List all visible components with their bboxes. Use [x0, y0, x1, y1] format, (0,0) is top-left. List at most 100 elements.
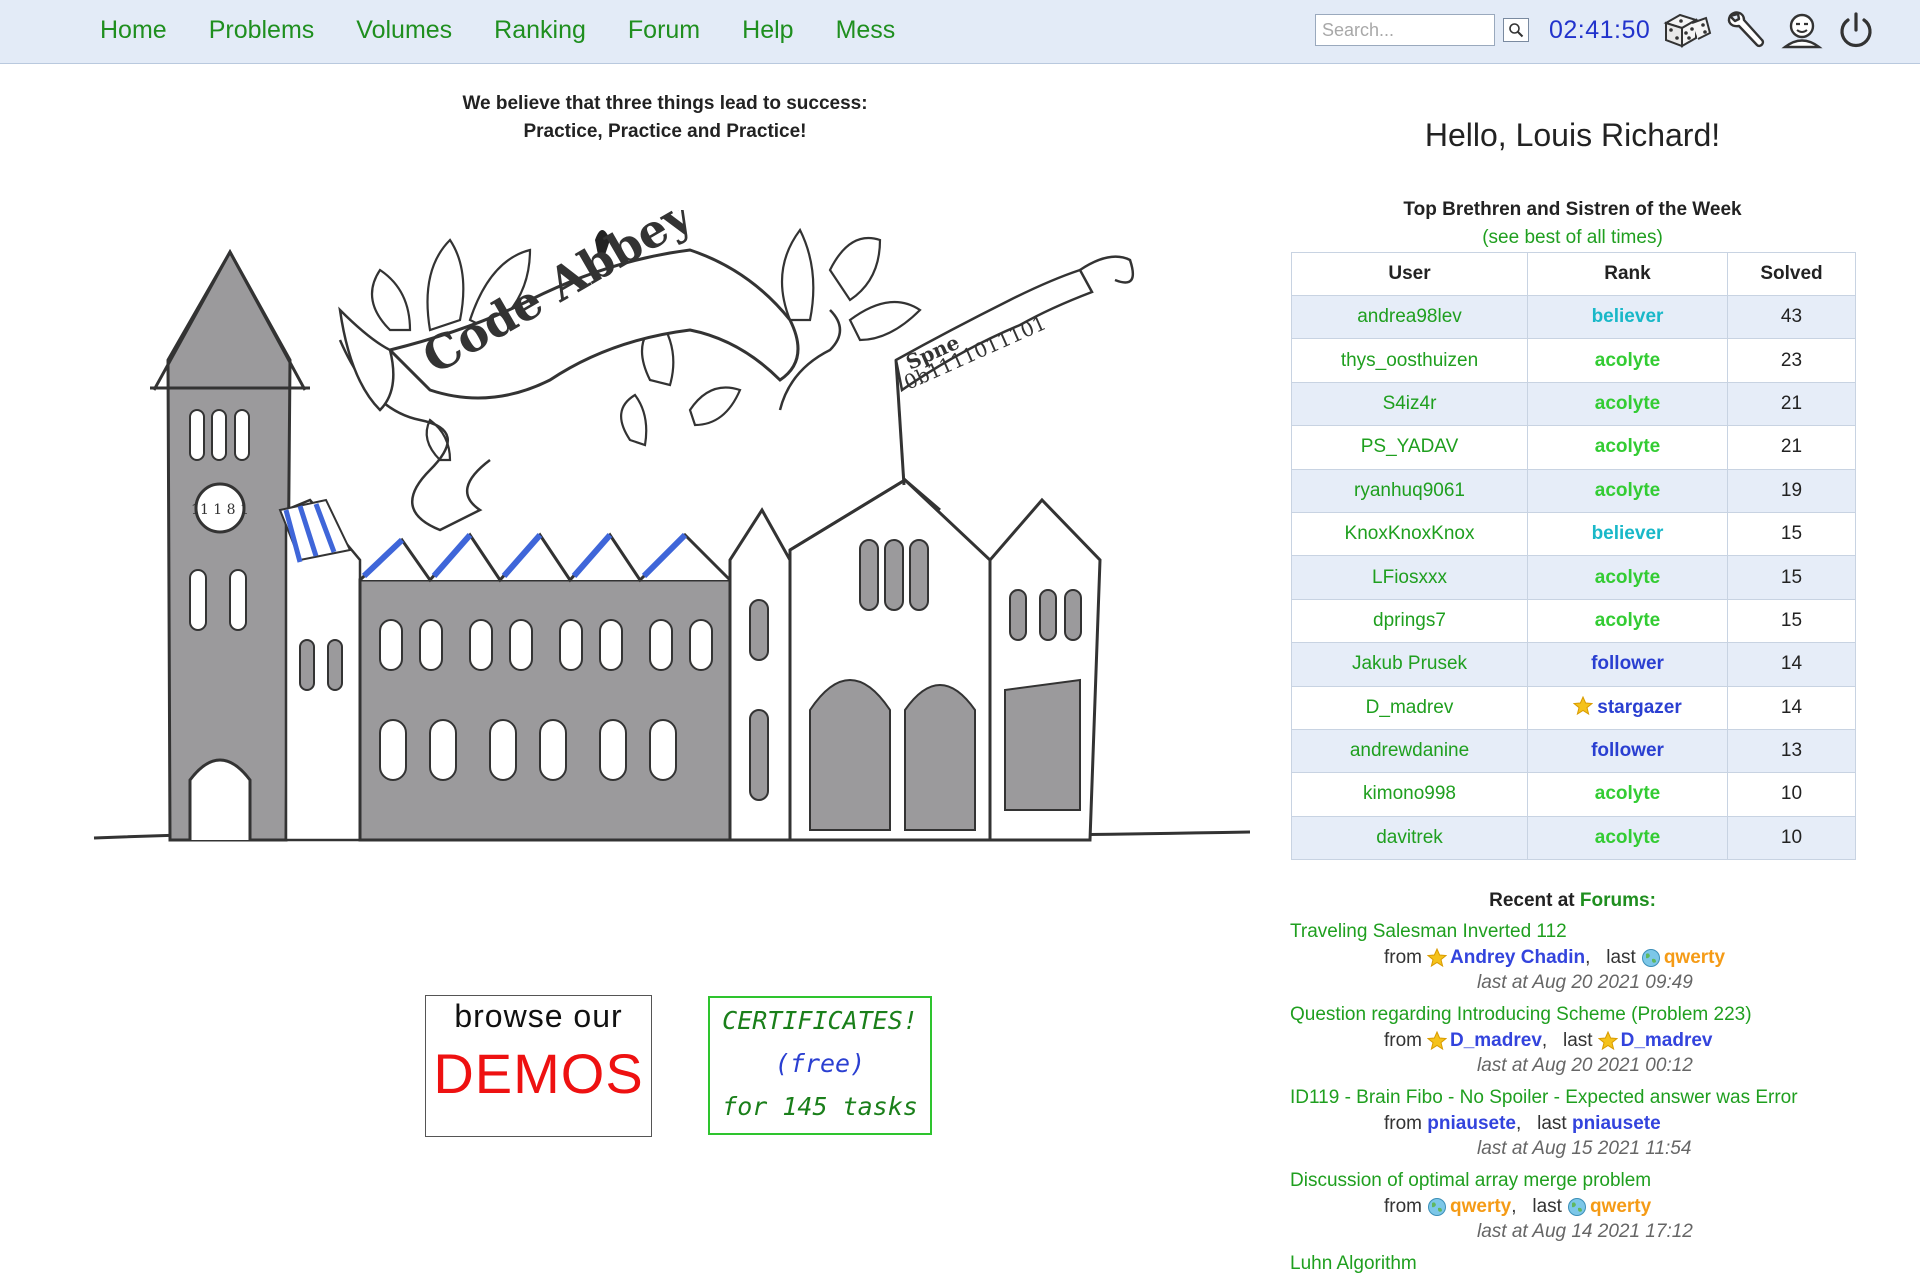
solved-cell: 13	[1727, 728, 1856, 774]
user-cell[interactable]: D_madrev	[1291, 685, 1528, 730]
user-cell[interactable]: dprings7	[1291, 598, 1528, 644]
certificates-line-2: (free)	[774, 1049, 866, 1078]
user-cell[interactable]: davitrek	[1291, 815, 1528, 861]
clock: 02:41:50	[1549, 15, 1651, 44]
rank-label: acolyte	[1594, 392, 1661, 414]
random-problem-button[interactable]	[1662, 11, 1712, 49]
forum-topic-time: last at Aug 15 2021 11:54	[1477, 1138, 1692, 1159]
user-cell[interactable]: kimono998	[1291, 772, 1528, 817]
user-cell[interactable]: Jakub Prusek	[1291, 642, 1528, 687]
forums-heading: Recent at Forums:	[1290, 890, 1855, 912]
solved-cell: 10	[1727, 772, 1856, 817]
nav-home[interactable]: Home	[100, 16, 167, 45]
user-cell[interactable]: S4iz4r	[1291, 381, 1528, 427]
motto-line-1: We believe that three things lead to suc…	[462, 93, 868, 114]
solved-cell: 14	[1727, 642, 1856, 687]
table-row: PS_YADAV acolyte 21	[1291, 425, 1856, 470]
forum-topic-title[interactable]: Question regarding Introducing Scheme (P…	[1290, 1003, 1910, 1027]
forum-topic: Traveling Salesman Inverted 112 from Andre…	[1290, 920, 1910, 995]
nav-help[interactable]: Help	[742, 16, 793, 45]
certificates-button[interactable]: CERTIFICATES! (free) for 145 tasks	[708, 996, 932, 1135]
user-cell[interactable]: PS_YADAV	[1291, 425, 1528, 470]
rank-label: acolyte	[1594, 609, 1661, 631]
user-cell[interactable]: LFiosxxx	[1291, 555, 1528, 600]
forum-user-link[interactable]: Andrey Chadin	[1450, 944, 1585, 971]
forum-topic-authors: from D_madrev, last D_madrev	[1384, 1027, 1910, 1054]
top-bar: Home Problems Volumes Ranking Forum Help…	[0, 0, 1920, 64]
rank-cell: acolyte	[1527, 468, 1728, 513]
motto: We believe that three things lead to suc…	[330, 90, 1000, 146]
nav-forum[interactable]: Forum	[628, 16, 700, 45]
from-label: from	[1384, 1113, 1422, 1134]
rank-cell: acolyte	[1527, 425, 1728, 470]
user-cell[interactable]: thys_oosthuizen	[1291, 338, 1528, 383]
nav-volumes[interactable]: Volumes	[356, 16, 452, 45]
user-cell[interactable]: andrewdanine	[1291, 728, 1528, 774]
table-row: kimono998 acolyte 10	[1291, 772, 1856, 817]
svg-text:11 1 8 1: 11 1 8 1	[191, 502, 249, 518]
rank-label: believer	[1591, 523, 1664, 545]
forum-user-link[interactable]: pniausete	[1427, 1110, 1516, 1137]
forum-user-link[interactable]: qwerty	[1450, 1193, 1511, 1220]
col-solved-header: Solved	[1727, 252, 1856, 296]
forum-topic: Luhn Algorithm	[1290, 1252, 1910, 1276]
demos-line-2: DEMOS	[433, 1042, 644, 1105]
table-row: dprings7 acolyte 15	[1291, 598, 1856, 644]
table-row: LFiosxxx acolyte 15	[1291, 555, 1856, 600]
rank-cell: acolyte	[1527, 772, 1728, 817]
forum-topic-authors: from Andrey Chadin, last qwerty	[1384, 944, 1910, 971]
top-week-rows: andrea98lev believer 43 thys_oosthuizen acol…	[1291, 294, 1856, 861]
forum-user-link[interactable]: qwerty	[1590, 1193, 1651, 1220]
rank-label: stargazer	[1597, 697, 1682, 719]
forum-topic-authors: from pniausete, last pniausete	[1384, 1110, 1910, 1137]
certificates-line-3: for 145 tasks	[722, 1092, 918, 1121]
user-icon	[1781, 13, 1823, 49]
forums-link[interactable]: Forums:	[1580, 890, 1656, 911]
profile-button[interactable]	[1780, 10, 1824, 50]
user-cell[interactable]: KnoxKnoxKnox	[1291, 511, 1528, 557]
logout-button[interactable]	[1836, 10, 1876, 50]
solved-cell: 15	[1727, 598, 1856, 644]
nav-problems[interactable]: Problems	[209, 16, 315, 45]
rank-label: believer	[1591, 306, 1664, 328]
forum-topic-title[interactable]: Traveling Salesman Inverted 112	[1290, 920, 1910, 944]
top-week-title: Top Brethren and Sistren of the Week	[1403, 199, 1742, 220]
forum-topic-title[interactable]: ID119 - Brain Fibo - No Spoiler - Expect…	[1290, 1086, 1910, 1110]
forum-user-link[interactable]: D_madrev	[1450, 1027, 1542, 1054]
forum-user-link[interactable]: D_madrev	[1621, 1027, 1713, 1054]
rank-cell: follower	[1527, 642, 1728, 687]
separator: ,	[1585, 947, 1607, 968]
table-row: S4iz4r acolyte 21	[1291, 381, 1856, 427]
top-week-table: User Rank Solved andrea98lev believer 43th…	[1291, 252, 1856, 861]
solved-cell: 15	[1727, 555, 1856, 600]
forum-topic: Question regarding Introducing Scheme (P…	[1290, 1003, 1910, 1078]
rank-cell: acolyte	[1527, 598, 1728, 644]
forum-topic: ID119 - Brain Fibo - No Spoiler - Expect…	[1290, 1086, 1910, 1161]
forum-topic-time: last at Aug 20 2021 00:12	[1477, 1055, 1693, 1076]
forum-user-link[interactable]: pniausete	[1572, 1110, 1661, 1137]
rank-cell: acolyte	[1527, 555, 1728, 600]
demos-button[interactable]: browse our DEMOS	[425, 995, 652, 1137]
nav-ranking[interactable]: Ranking	[494, 16, 586, 45]
rank-label: acolyte	[1594, 566, 1661, 588]
table-row: Jakub Prusek follower 14	[1291, 642, 1856, 687]
nav-mess[interactable]: Mess	[836, 16, 896, 45]
col-rank-header: Rank	[1527, 252, 1728, 296]
user-cell[interactable]: andrea98lev	[1291, 294, 1528, 340]
forum-topic-title[interactable]: Discussion of optimal array merge proble…	[1290, 1169, 1910, 1193]
user-cell[interactable]: ryanhuq9061	[1291, 468, 1528, 513]
settings-button[interactable]	[1724, 10, 1768, 50]
greeting: Hello, Louis Richard!	[1424, 117, 1721, 153]
search-button[interactable]	[1503, 18, 1529, 42]
last-label: last	[1537, 1113, 1567, 1134]
search-input[interactable]	[1315, 14, 1495, 46]
forums-heading-prefix: Recent at	[1489, 890, 1575, 911]
star-icon	[1572, 695, 1594, 716]
forum-topic-time: last at Aug 14 2021 17:12	[1477, 1221, 1693, 1242]
solved-cell: 15	[1727, 511, 1856, 557]
forum-topic-time: last at Aug 20 2021 09:49	[1477, 972, 1693, 993]
best-of-all-times-link[interactable]: (see best of all times)	[1290, 227, 1855, 249]
forum-topic-title[interactable]: Luhn Algorithm	[1290, 1252, 1910, 1276]
forum-user-link[interactable]: qwerty	[1664, 944, 1725, 971]
globe-icon	[1567, 1197, 1586, 1216]
